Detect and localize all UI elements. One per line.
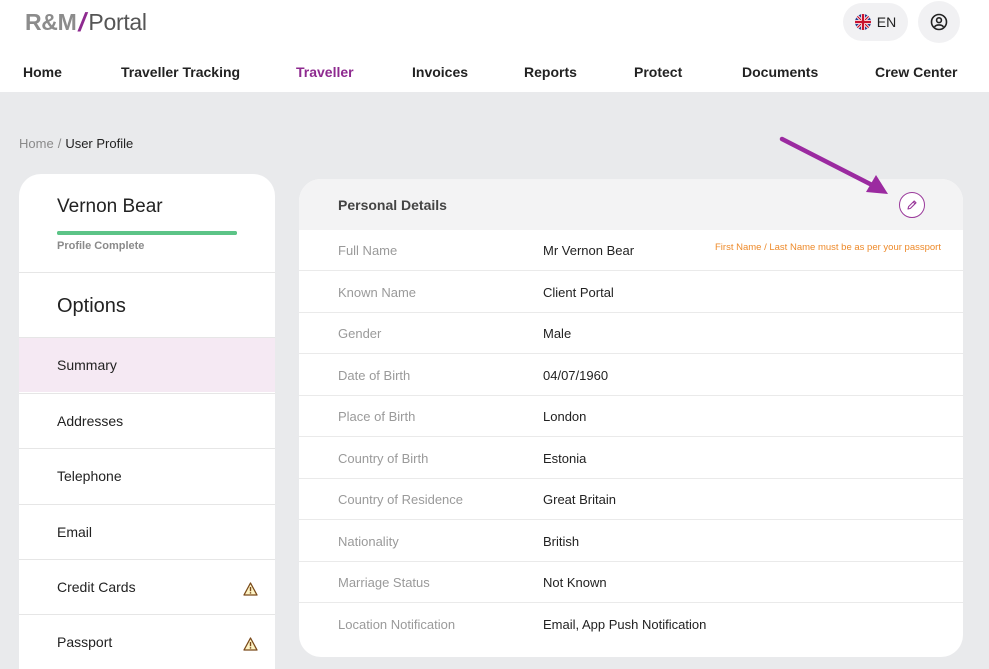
- nav-documents[interactable]: Documents: [742, 64, 818, 80]
- detail-row-known-name: Known Name Client Portal: [299, 272, 963, 313]
- profile-progress-bar: [57, 231, 237, 235]
- breadcrumb-current: User Profile: [65, 136, 134, 151]
- breadcrumb-separator: /: [57, 136, 62, 151]
- detail-row-location-notification: Location Notification Email, App Push No…: [299, 604, 963, 645]
- sidebar-item-addresses[interactable]: Addresses: [19, 393, 275, 448]
- options-title: Options: [57, 295, 126, 317]
- sidebar-item-telephone[interactable]: Telephone: [19, 448, 275, 503]
- detail-label: Known Name: [338, 285, 417, 300]
- user-account-button[interactable]: [918, 1, 960, 43]
- detail-value: Estonia: [543, 451, 587, 466]
- profile-name: Vernon Bear: [57, 196, 163, 217]
- detail-label: Gender: [338, 326, 382, 341]
- breadcrumb-home[interactable]: Home: [19, 136, 54, 151]
- detail-row-date-of-birth: Date of Birth 04/07/1960: [299, 355, 963, 396]
- nav-crew-center[interactable]: Crew Center: [875, 64, 957, 80]
- sidebar-item-label: Telephone: [57, 468, 122, 484]
- detail-value: 04/07/1960: [543, 368, 609, 383]
- uk-flag-icon: [854, 14, 871, 30]
- detail-row-marriage-status: Marriage Status Not Known: [299, 562, 963, 603]
- nav-invoices[interactable]: Invoices: [412, 64, 468, 80]
- user-circle-icon: [930, 13, 948, 31]
- nav-home[interactable]: Home: [23, 64, 62, 80]
- sidebar-item-label: Credit Cards: [57, 579, 136, 595]
- detail-label: Location Notification: [338, 617, 456, 632]
- pencil-icon: [907, 200, 917, 210]
- sidebar-item-label: Addresses: [57, 413, 124, 429]
- detail-label: Marriage Status: [338, 575, 430, 590]
- detail-row-country-of-residence: Country of Residence Great Britain: [299, 479, 963, 520]
- profile-sidebar: Vernon Bear Profile Complete Options Sum…: [19, 174, 275, 669]
- detail-value: Client Portal: [543, 285, 614, 300]
- warning-icon: [243, 637, 258, 651]
- sidebar-item-email[interactable]: Email: [19, 504, 275, 559]
- profile-status: Profile Complete: [57, 240, 145, 252]
- logo[interactable]: R&M / Portal: [25, 7, 147, 37]
- sidebar-item-passport[interactable]: Passport: [19, 614, 275, 669]
- detail-row-nationality: Nationality British: [299, 521, 963, 562]
- detail-label: Date of Birth: [338, 368, 411, 383]
- sidebar-item-label: Passport: [57, 634, 113, 650]
- nav-traveller[interactable]: Traveller: [296, 64, 354, 80]
- nav-traveller-tracking[interactable]: Traveller Tracking: [121, 64, 240, 80]
- logo-product: Portal: [88, 8, 147, 35]
- sidebar-item-summary[interactable]: Summary: [19, 337, 275, 392]
- detail-value: British: [543, 534, 580, 549]
- detail-row-gender: Gender Male: [299, 313, 963, 354]
- detail-label: Full Name: [338, 243, 398, 258]
- sidebar-item-label: Summary: [57, 357, 117, 373]
- profile-progress-fill: [57, 231, 237, 235]
- detail-value: Mr Vernon Bear: [543, 243, 635, 258]
- detail-label: Nationality: [338, 534, 399, 549]
- detail-value: Not Known: [543, 575, 607, 590]
- nav-reports[interactable]: Reports: [524, 64, 577, 80]
- detail-value: London: [543, 409, 587, 424]
- top-header: R&M / Portal EN Home Traveller Tracking: [0, 0, 989, 92]
- edit-button[interactable]: [899, 192, 925, 218]
- detail-value: Male: [543, 326, 572, 341]
- language-label: EN: [876, 14, 897, 30]
- divider: [19, 272, 275, 273]
- detail-value: Email, App Push Notification: [543, 617, 707, 632]
- detail-label: Country of Residence: [338, 492, 464, 507]
- detail-row-place-of-birth: Place of Birth London: [299, 396, 963, 437]
- detail-row-full-name: Full Name Mr Vernon Bear: [299, 230, 963, 271]
- annotation-arrow: [779, 136, 888, 194]
- detail-value: Great Britain: [543, 492, 616, 507]
- warning-icon: [243, 582, 258, 596]
- breadcrumb: Home / User Profile: [19, 136, 133, 151]
- card-title: Personal Details: [338, 197, 447, 213]
- logo-brand: R&M: [25, 8, 77, 35]
- nav-protect[interactable]: Protect: [634, 64, 682, 80]
- language-selector[interactable]: EN: [843, 3, 908, 41]
- detail-label: Country of Birth: [338, 451, 429, 466]
- personal-details-card: Personal Details First Name / Last Name …: [299, 179, 963, 657]
- detail-label: Place of Birth: [338, 409, 416, 424]
- detail-row-country-of-birth: Country of Birth Estonia: [299, 438, 963, 479]
- sidebar-item-credit-cards[interactable]: Credit Cards: [19, 559, 275, 614]
- main-nav: Home Traveller Tracking Traveller Invoic…: [0, 64, 989, 82]
- sidebar-item-label: Email: [57, 524, 93, 540]
